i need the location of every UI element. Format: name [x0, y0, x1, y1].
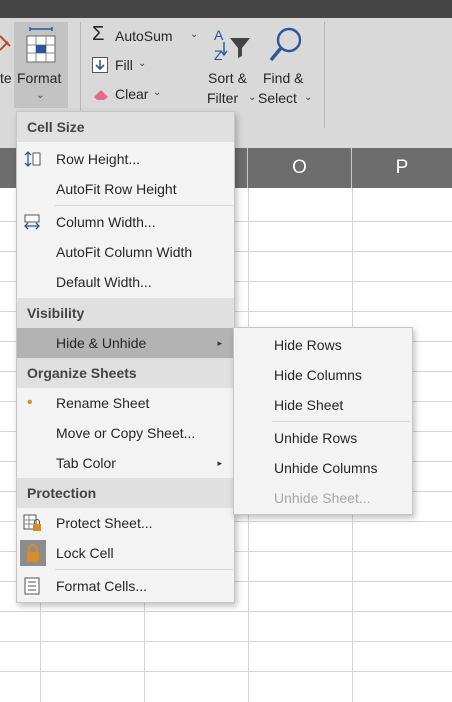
svg-text:A: A — [214, 27, 224, 43]
menu-separator — [55, 569, 233, 570]
column-width-icon — [24, 214, 40, 230]
menu-item-label: Lock Cell — [56, 545, 114, 561]
menu-item-format-cells[interactable]: Format Cells... — [17, 571, 234, 601]
sort-filter-label-line1: Sort & — [208, 70, 247, 86]
gridline — [0, 611, 452, 612]
chevron-down-icon: ⌄ — [304, 92, 313, 103]
submenu-item-hide-rows[interactable]: Hide Rows — [234, 330, 412, 360]
format-cells-icon — [24, 577, 40, 595]
menu-item-label: Format Cells... — [56, 578, 148, 594]
submenu-item-hide-sheet[interactable]: Hide Sheet — [234, 390, 412, 420]
find-select-label-line1: Find & — [263, 70, 304, 86]
menu-separator — [55, 205, 233, 206]
format-icon — [26, 27, 56, 63]
section-header-cell-size: Cell Size — [17, 112, 234, 142]
find-select-button[interactable]: Find & Select ⌄ — [256, 26, 318, 110]
format-button[interactable]: Format ⌄ — [14, 22, 68, 108]
gridline — [0, 671, 452, 672]
menu-item-autofit-column-width[interactable]: AutoFit Column Width — [17, 237, 234, 267]
sort-filter-label-line2: Filter — [207, 90, 239, 106]
bullet-icon: • — [27, 394, 33, 411]
section-header-visibility: Visibility — [17, 298, 234, 328]
menu-item-label: Tab Color — [56, 455, 116, 471]
menu-item-move-copy-sheet[interactable]: Move or Copy Sheet... — [17, 418, 234, 448]
menu-item-label: Rename Sheet — [56, 395, 150, 411]
svg-text:Z: Z — [214, 47, 223, 63]
submenu-item-unhide-rows[interactable]: Unhide Rows — [234, 423, 412, 453]
gridline — [0, 641, 452, 642]
menu-item-row-height[interactable]: Row Height... — [17, 144, 234, 174]
menu-item-tab-color[interactable]: Tab Color ▸ — [17, 448, 234, 478]
chevron-down-icon: ⌄ — [36, 90, 45, 101]
title-bar-strip — [0, 0, 452, 18]
sigma-icon: Σ — [92, 23, 105, 45]
menu-item-label: Move or Copy Sheet... — [56, 425, 196, 441]
ribbon-divider — [324, 22, 325, 128]
menu-item-column-width[interactable]: Column Width... — [17, 207, 234, 237]
menu-item-autofit-row-height[interactable]: AutoFit Row Height — [17, 174, 234, 204]
menu-item-hide-unhide[interactable]: Hide & Unhide ▸ — [17, 328, 234, 358]
clear-button[interactable]: Clear ⌄ — [90, 83, 164, 107]
magnifier-icon — [269, 27, 302, 62]
row-height-icon — [24, 151, 41, 167]
menu-item-label: AutoFit Column Width — [56, 244, 193, 260]
menu-item-lock-cell[interactable]: Lock Cell — [17, 538, 234, 568]
hide-unhide-submenu: Hide Rows Hide Columns Hide Sheet Unhide… — [233, 327, 413, 515]
partial-command-label[interactable]: te — [0, 70, 12, 86]
clear-label: Clear — [115, 86, 149, 102]
menu-separator — [272, 421, 410, 422]
autosum-button[interactable]: Σ AutoSum ⌄ — [90, 23, 202, 49]
chevron-down-icon: ⌄ — [138, 58, 147, 69]
menu-item-label: Protect Sheet... — [56, 515, 153, 531]
eraser-icon — [94, 90, 108, 100]
fill-down-icon — [92, 57, 108, 73]
format-label: Format — [17, 70, 62, 86]
sort-filter-icon: A Z — [214, 27, 250, 63]
format-dropdown-menu: Cell Size Row Height... AutoFit Row Heig… — [16, 111, 235, 603]
protect-sheet-icon — [23, 514, 41, 531]
delete-icon — [0, 35, 11, 51]
menu-item-rename-sheet[interactable]: • Rename Sheet — [17, 388, 234, 418]
chevron-down-icon: ⌄ — [153, 87, 162, 98]
sort-filter-button[interactable]: A Z Sort & Filter ⌄ — [204, 26, 258, 110]
submenu-item-unhide-sheet: Unhide Sheet... — [274, 490, 371, 506]
fill-button[interactable]: Fill ⌄ — [90, 54, 150, 78]
find-select-label-line2: Select — [258, 90, 297, 106]
lock-icon — [20, 540, 46, 566]
section-header-protection: Protection — [17, 478, 234, 508]
column-header-o[interactable]: O — [248, 148, 352, 188]
menu-item-label: AutoFit Row Height — [56, 181, 177, 197]
section-header-organize-sheets: Organize Sheets — [17, 358, 234, 388]
menu-item-protect-sheet[interactable]: Protect Sheet... — [17, 508, 234, 538]
submenu-item-hide-columns[interactable]: Hide Columns — [234, 360, 412, 390]
menu-item-label: Column Width... — [56, 214, 156, 230]
fill-label: Fill — [115, 57, 133, 73]
column-header-p[interactable]: P — [352, 148, 452, 188]
submenu-item-unhide-columns[interactable]: Unhide Columns — [234, 453, 412, 483]
autosum-label: AutoSum — [115, 28, 173, 44]
menu-item-label: Row Height... — [56, 151, 141, 167]
submenu-arrow-icon: ▸ — [217, 458, 222, 468]
chevron-down-icon: ⌄ — [190, 29, 199, 40]
menu-item-label: Default Width... — [56, 274, 152, 290]
submenu-arrow-icon: ▸ — [217, 338, 222, 348]
menu-item-label: Hide & Unhide — [56, 335, 147, 351]
menu-item-default-width[interactable]: Default Width... — [17, 267, 234, 297]
